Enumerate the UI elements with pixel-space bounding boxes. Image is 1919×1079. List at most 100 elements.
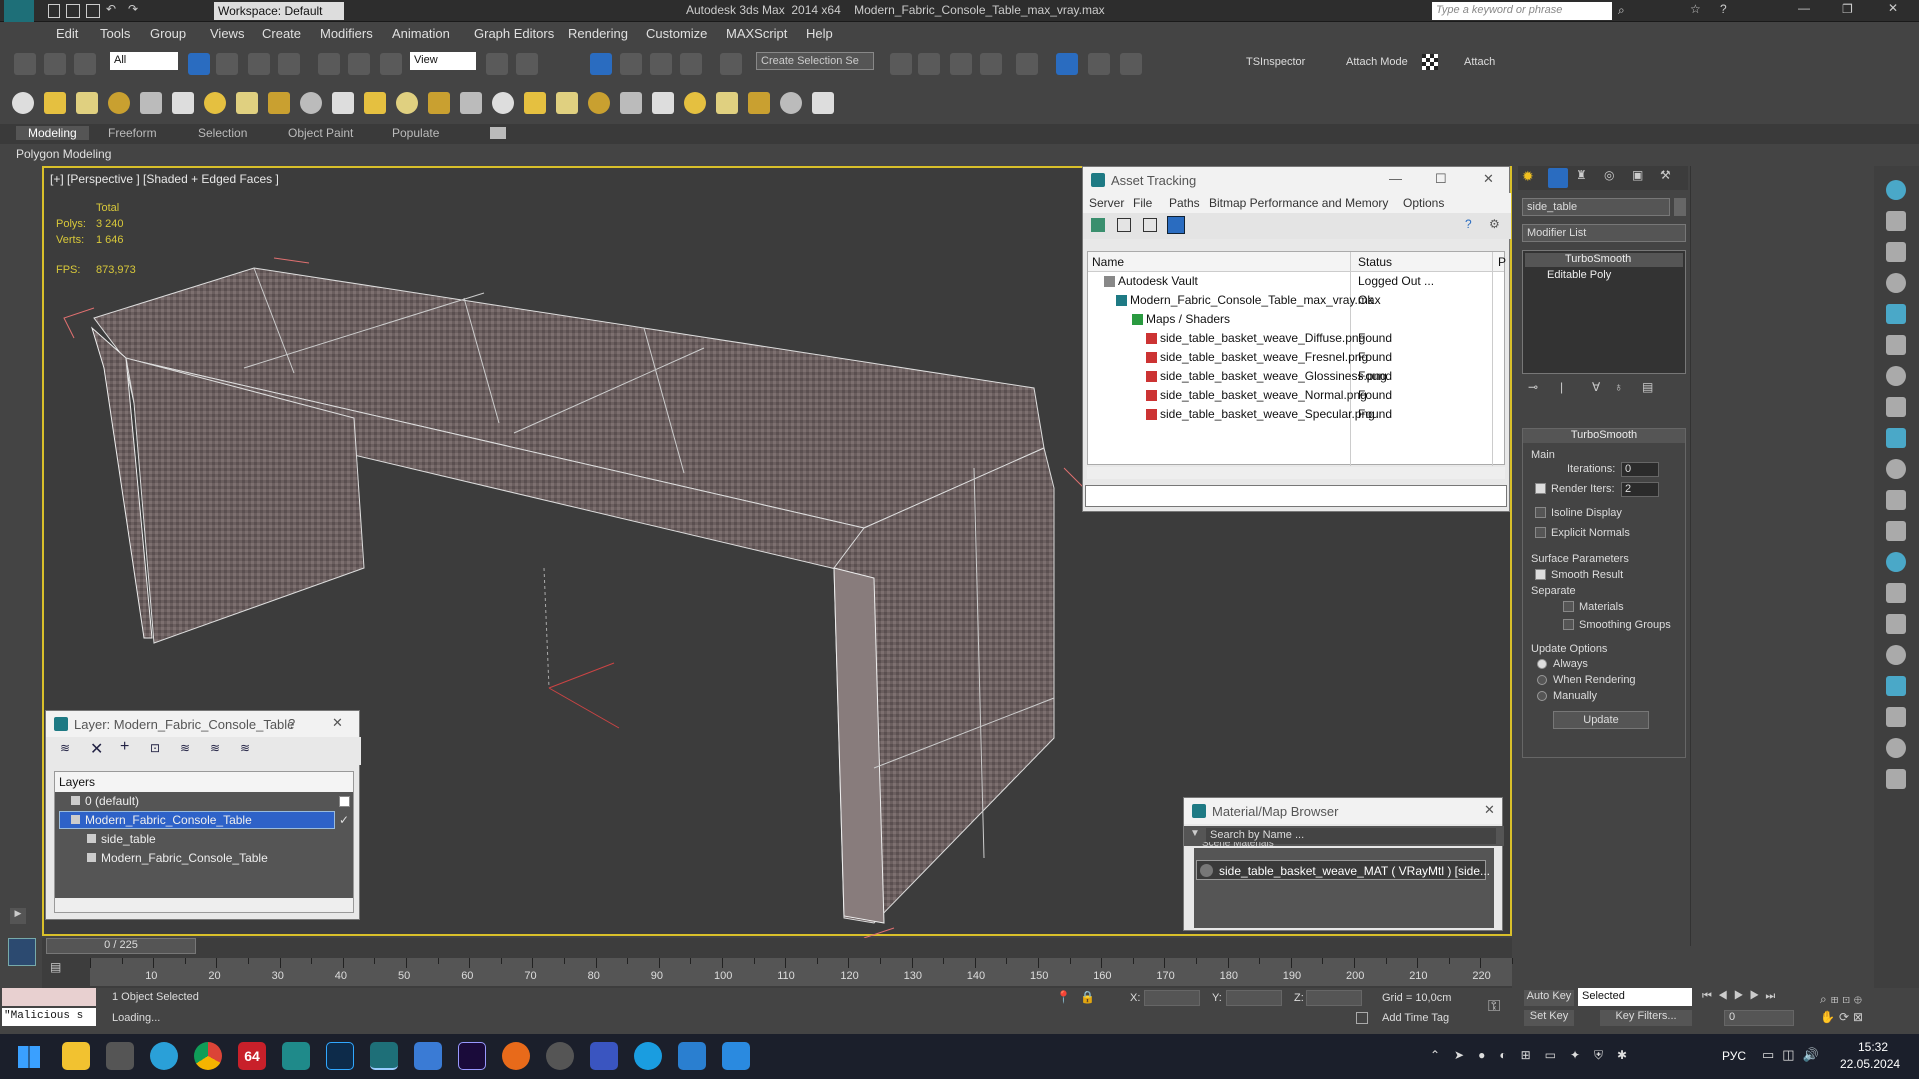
task-view-icon[interactable] bbox=[106, 1042, 134, 1070]
vray-proxy-icon[interactable] bbox=[748, 92, 770, 114]
lock-icon[interactable] bbox=[1886, 707, 1906, 727]
language-indicator[interactable]: РУС bbox=[1722, 1049, 1746, 1063]
arrow-icon[interactable] bbox=[1886, 552, 1906, 572]
app-g-icon[interactable] bbox=[502, 1042, 530, 1070]
clock-time[interactable]: 15:32 bbox=[1858, 1040, 1888, 1054]
bone-icon[interactable] bbox=[428, 92, 450, 114]
render-iters-spinner[interactable]: 2 bbox=[1621, 482, 1659, 497]
menu-animation[interactable]: Animation bbox=[392, 26, 450, 41]
asset-menu-paths[interactable]: Paths bbox=[1169, 196, 1200, 210]
hide-all-icon[interactable]: ≋ bbox=[210, 741, 220, 755]
rollout-header[interactable]: TurboSmooth bbox=[1523, 429, 1685, 443]
asset-row[interactable]: side_table_basket_weave_Normal.png Found bbox=[1088, 386, 1504, 405]
windows-start-icon[interactable] bbox=[18, 1046, 40, 1068]
play-icon[interactable] bbox=[1886, 614, 1906, 634]
camera-icon[interactable] bbox=[722, 1042, 750, 1070]
torus-icon[interactable] bbox=[236, 92, 258, 114]
menu-edit[interactable]: Edit bbox=[56, 26, 78, 41]
x-field[interactable] bbox=[1144, 990, 1200, 1006]
grid-icon[interactable] bbox=[1886, 583, 1906, 603]
select-by-name-icon[interactable] bbox=[216, 53, 238, 75]
close-button[interactable]: ✕ bbox=[1888, 1, 1898, 15]
material-item[interactable]: side_table_basket_weave_MAT ( VRayMtl ) … bbox=[1196, 860, 1490, 880]
render-frame-icon[interactable] bbox=[1088, 53, 1110, 75]
shape-icon[interactable] bbox=[492, 92, 514, 114]
z-field[interactable] bbox=[1306, 990, 1362, 1006]
maxscript-listener[interactable] bbox=[2, 988, 96, 1006]
update-button[interactable]: Update bbox=[1553, 711, 1649, 729]
vray-sphere-icon[interactable] bbox=[652, 92, 674, 114]
open-file-icon[interactable] bbox=[66, 4, 80, 18]
lock-icon[interactable]: 🔒 bbox=[1080, 990, 1095, 1004]
notepad-icon[interactable] bbox=[414, 1042, 442, 1070]
box-icon[interactable] bbox=[44, 92, 66, 114]
menu-group[interactable]: Group bbox=[150, 26, 186, 41]
viewport-play-icon[interactable]: ▶ bbox=[10, 908, 26, 924]
object-color-swatch[interactable] bbox=[1674, 198, 1686, 216]
asset-menu-file[interactable]: File bbox=[1133, 196, 1152, 210]
ribbon-tab-modeling[interactable]: Modeling bbox=[16, 126, 89, 140]
render-icon[interactable] bbox=[1886, 366, 1906, 386]
save-file-icon[interactable] bbox=[86, 4, 100, 18]
workspace-dropdown[interactable]: Workspace: Default bbox=[214, 2, 344, 20]
text-icon[interactable] bbox=[268, 92, 290, 114]
move-icon[interactable] bbox=[1886, 645, 1906, 665]
maxscript-line[interactable]: "Malicious s bbox=[2, 1008, 96, 1026]
render-setup-icon[interactable] bbox=[1056, 53, 1078, 75]
asset-scrollbar[interactable] bbox=[1087, 467, 1505, 479]
snaps-toggle-icon[interactable] bbox=[590, 53, 612, 75]
menu-graph-editors[interactable]: Graph Editors bbox=[474, 26, 554, 41]
rotate-icon[interactable] bbox=[348, 53, 370, 75]
stack-item-editable-poly[interactable]: Editable Poly bbox=[1525, 269, 1683, 283]
ribbon-tab-populate[interactable]: Populate bbox=[392, 126, 439, 140]
menu-help[interactable]: Help bbox=[806, 26, 833, 41]
when-rendering-radio[interactable] bbox=[1537, 675, 1547, 685]
paint-icon[interactable] bbox=[1886, 428, 1906, 448]
asset-row[interactable]: Autodesk Vault Logged Out ... bbox=[1088, 272, 1504, 291]
geosphere-icon[interactable] bbox=[204, 92, 226, 114]
tree-icon[interactable] bbox=[1886, 490, 1906, 510]
maximize-icon[interactable]: ☐ bbox=[1435, 171, 1447, 187]
schematic-icon[interactable] bbox=[980, 53, 1002, 75]
particles-icon[interactable] bbox=[460, 92, 482, 114]
polygon-modeling-label[interactable]: Polygon Modeling bbox=[16, 147, 111, 161]
highlight-layer-icon[interactable]: ≋ bbox=[180, 741, 190, 755]
asset-tracking-titlebar[interactable]: Asset Tracking — ☐ ✕ bbox=[1083, 167, 1509, 193]
layer-row[interactable]: Modern_Fabric_Console_Table bbox=[55, 849, 353, 868]
ribbon-tab-freeform[interactable]: Freeform bbox=[108, 126, 157, 140]
modifier-icon[interactable] bbox=[524, 92, 546, 114]
edit-named-sets-icon[interactable] bbox=[720, 53, 742, 75]
render-iters-checkbox[interactable] bbox=[1535, 483, 1546, 494]
vray-light-icon[interactable] bbox=[1886, 211, 1906, 231]
motion-tab-icon[interactable]: ◎ bbox=[1604, 168, 1624, 188]
vray-light-icon[interactable] bbox=[716, 92, 738, 114]
after-effects-icon[interactable] bbox=[458, 1042, 486, 1070]
photoshop-icon[interactable] bbox=[326, 1042, 354, 1070]
redo-icon[interactable]: ↷ bbox=[128, 2, 138, 16]
close-icon[interactable]: ✕ bbox=[1484, 802, 1495, 818]
spinner-snap-icon[interactable] bbox=[680, 53, 702, 75]
view-dropdown[interactable]: View bbox=[410, 52, 476, 70]
person-icon[interactable] bbox=[1886, 738, 1906, 758]
telegram-icon[interactable] bbox=[150, 1042, 178, 1070]
minimize-icon[interactable]: — bbox=[1389, 171, 1402, 186]
bind-space-warp-icon[interactable] bbox=[74, 53, 96, 75]
asset-row[interactable]: side_table_basket_weave_Specular.png Foun… bbox=[1088, 405, 1504, 424]
list-view-icon[interactable] bbox=[1117, 218, 1131, 232]
app-logo-icon[interactable] bbox=[4, 0, 34, 22]
render-icon[interactable] bbox=[1120, 53, 1142, 75]
undo-icon[interactable]: ↶ bbox=[106, 2, 116, 16]
material-icon[interactable] bbox=[780, 92, 802, 114]
detail-view-icon[interactable] bbox=[1143, 218, 1157, 232]
graphite-icon[interactable] bbox=[918, 53, 940, 75]
edge-icon[interactable] bbox=[634, 1042, 662, 1070]
add-to-layer-icon[interactable]: + bbox=[120, 738, 129, 756]
rect-region-icon[interactable] bbox=[248, 53, 270, 75]
layer-scrollbar[interactable] bbox=[55, 898, 353, 912]
iterations-spinner[interactable]: 0 bbox=[1621, 462, 1659, 477]
pin-icon[interactable]: 📍 bbox=[1056, 990, 1071, 1004]
layer-titlebar[interactable]: Layer: Modern_Fabric_Console_Table ? ✕ bbox=[46, 711, 359, 737]
show-end-icon[interactable]: | bbox=[1560, 380, 1563, 394]
help-icon[interactable]: ? bbox=[1720, 2, 1727, 16]
current-frame-field[interactable]: 0 bbox=[1724, 1010, 1794, 1026]
